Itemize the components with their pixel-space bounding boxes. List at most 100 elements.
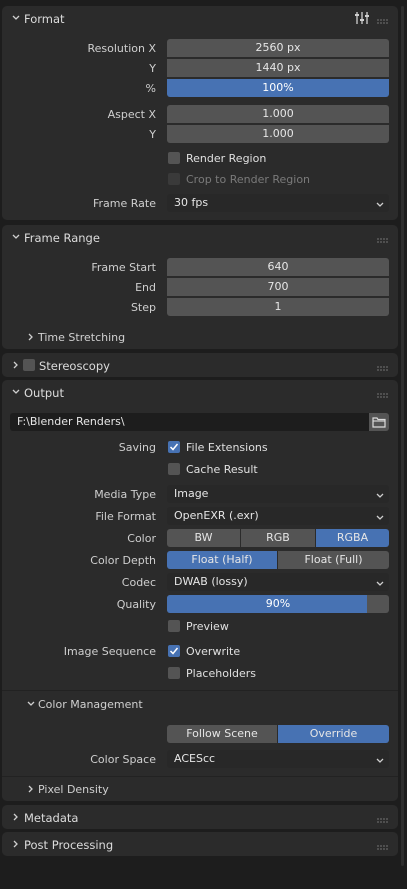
output-path-value: F:\Blender Renders\ xyxy=(17,415,125,428)
frame-range-header[interactable]: Frame Range xyxy=(2,225,398,249)
media-type-label: Media Type xyxy=(94,488,156,501)
follow-scene-button[interactable]: Follow Scene xyxy=(167,725,277,743)
panel-title: Post Processing xyxy=(24,838,114,852)
frame-end-label: End xyxy=(135,281,156,294)
drag-grip-icon[interactable] xyxy=(377,234,388,243)
stereoscopy-panel[interactable]: Stereoscopy xyxy=(2,353,398,377)
color-bw-button[interactable]: BW xyxy=(167,529,240,547)
chevron-right-icon[interactable] xyxy=(26,784,36,794)
codec-label: Codec xyxy=(121,576,156,589)
color-space-value: ACEScc xyxy=(174,752,216,765)
media-type-value: Image xyxy=(174,487,209,500)
presets-icon[interactable] xyxy=(354,11,370,25)
drag-grip-icon[interactable] xyxy=(377,841,388,850)
file-format-value: OpenEXR (.exr) xyxy=(174,509,259,522)
color-depth-full-button[interactable]: Float (Full) xyxy=(278,551,389,569)
file-extensions-label: File Extensions xyxy=(186,441,268,454)
panel-title: Stereoscopy xyxy=(39,359,110,373)
overwrite-label: Overwrite xyxy=(186,645,241,658)
color-management-subpanel[interactable]: Color Management xyxy=(38,698,143,711)
scrollbar[interactable] xyxy=(401,6,404,866)
resolution-x-field[interactable]: 2560 px xyxy=(167,39,389,57)
image-sequence-label: Image Sequence xyxy=(63,645,156,658)
metadata-panel[interactable]: Metadata xyxy=(2,805,398,829)
chevron-down-icon xyxy=(11,13,21,23)
resolution-y-label: Y xyxy=(149,62,156,75)
panel-title: Format xyxy=(24,12,65,26)
codec-dropdown[interactable]: DWAB (lossy) xyxy=(167,573,389,591)
drag-grip-icon[interactable] xyxy=(377,362,388,371)
output-panel-header[interactable]: Output xyxy=(2,380,398,404)
chevron-down-icon xyxy=(375,198,385,208)
frame-rate-label: Frame Rate xyxy=(93,197,156,210)
chevron-right-icon xyxy=(11,839,21,849)
panel-title: Metadata xyxy=(24,811,79,825)
checkmark-icon xyxy=(169,443,179,451)
panel-title: Frame Range xyxy=(24,231,100,245)
post-processing-panel[interactable]: Post Processing xyxy=(2,832,398,856)
color-space-label: Color Space xyxy=(90,753,156,766)
placeholders-checkbox[interactable] xyxy=(168,667,180,679)
frame-end-field[interactable]: 700 xyxy=(167,278,389,296)
chevron-down-icon xyxy=(11,387,21,397)
frame-step-label: Step xyxy=(130,301,156,314)
resolution-x-label: Resolution X xyxy=(87,42,156,55)
quality-slider[interactable]: 90% xyxy=(167,595,389,613)
output-path-input[interactable]: F:\Blender Renders\ xyxy=(10,413,369,431)
file-extensions-checkbox[interactable] xyxy=(168,441,180,453)
render-region-label: Render Region xyxy=(186,152,267,165)
media-type-dropdown[interactable]: Image xyxy=(167,485,389,503)
aspect-x-field[interactable]: 1.000 xyxy=(167,105,389,123)
chevron-down-icon[interactable] xyxy=(26,699,36,709)
resolution-percent-label: % xyxy=(145,82,156,95)
chevron-down-icon xyxy=(375,577,385,587)
chevron-right-icon[interactable] xyxy=(26,332,36,342)
quality-value: 90% xyxy=(265,597,291,610)
overwrite-checkbox[interactable] xyxy=(168,645,180,657)
frame-step-field[interactable]: 1 xyxy=(167,298,389,316)
render-region-checkbox[interactable] xyxy=(168,152,180,164)
aspect-y-label: Y xyxy=(149,128,156,141)
time-stretching-subpanel[interactable]: Time Stretching xyxy=(38,331,125,344)
resolution-y-field[interactable]: 1440 px xyxy=(167,59,389,77)
browse-folder-button[interactable] xyxy=(369,413,389,431)
chevron-right-icon xyxy=(11,812,21,822)
chevron-down-icon xyxy=(11,232,21,242)
color-space-dropdown[interactable]: ACEScc xyxy=(167,750,389,768)
codec-value: DWAB (lossy) xyxy=(174,575,248,588)
stereoscopy-checkbox[interactable] xyxy=(23,359,35,371)
quality-label: Quality xyxy=(116,598,156,611)
divider xyxy=(2,690,398,691)
color-rgba-button[interactable]: RGBA xyxy=(316,529,389,547)
file-format-dropdown[interactable]: OpenEXR (.exr) xyxy=(167,507,389,525)
frame-start-label: Frame Start xyxy=(91,261,156,274)
chevron-down-icon xyxy=(375,489,385,499)
cache-result-label: Cache Result xyxy=(186,463,258,476)
color-rgb-button[interactable]: RGB xyxy=(241,529,315,547)
aspect-y-field[interactable]: 1.000 xyxy=(167,125,389,143)
crop-region-checkbox[interactable] xyxy=(168,173,180,185)
resolution-percent-field[interactable]: 100% xyxy=(167,79,389,97)
panel-title: Output xyxy=(24,386,64,400)
divider xyxy=(2,776,398,777)
color-depth-half-button[interactable]: Float (Half) xyxy=(167,551,277,569)
checkmark-icon xyxy=(169,647,179,655)
chevron-down-icon xyxy=(375,511,385,521)
drag-grip-icon[interactable] xyxy=(377,15,388,24)
cache-result-checkbox[interactable] xyxy=(168,463,180,475)
preview-checkbox[interactable] xyxy=(168,620,180,632)
drag-grip-icon[interactable] xyxy=(377,389,388,398)
format-panel-header[interactable]: Format xyxy=(2,6,398,30)
frame-rate-value: 30 fps xyxy=(174,196,209,209)
pixel-density-subpanel[interactable]: Pixel Density xyxy=(38,783,109,796)
output-panel: Output F:\Blender Renders\ Saving File E… xyxy=(2,380,398,801)
frame-rate-dropdown[interactable]: 30 fps xyxy=(167,194,389,212)
folder-icon xyxy=(372,416,386,431)
override-button[interactable]: Override xyxy=(278,725,389,743)
aspect-x-label: Aspect X xyxy=(107,108,156,121)
drag-grip-icon[interactable] xyxy=(377,814,388,823)
placeholders-label: Placeholders xyxy=(186,667,257,680)
frame-start-field[interactable]: 640 xyxy=(167,258,389,276)
preview-label: Preview xyxy=(186,620,229,633)
frame-range-panel: Frame Range Frame Start 640 End 700 Step… xyxy=(2,225,398,349)
